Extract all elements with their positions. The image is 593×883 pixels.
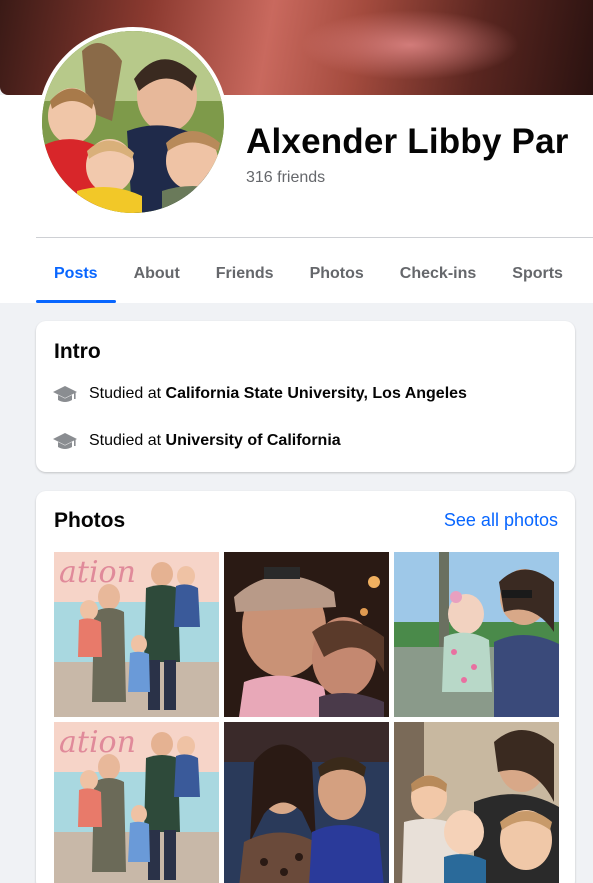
photo-family-celebration-banner[interactable]: ation — [54, 552, 219, 717]
see-all-photos-link[interactable]: See all photos — [444, 510, 558, 531]
tab-posts[interactable]: Posts — [36, 246, 116, 303]
intro-title: Intro — [54, 340, 101, 363]
photo-family-celebration-banner-2[interactable]: ation — [54, 722, 219, 883]
tabs-divider — [36, 237, 593, 238]
tab-about[interactable]: About — [116, 246, 198, 302]
intro-item-education: Studied at University of California — [52, 430, 341, 452]
graduation-cap-icon — [53, 433, 77, 449]
svg-text:ation: ation — [59, 555, 136, 590]
photo-couple-selfie-evening[interactable] — [224, 722, 389, 883]
profile-tabs: Posts About Friends Photos Check-ins Spo… — [36, 246, 593, 303]
intro-item-school[interactable]: California State University, Los Angeles — [166, 385, 467, 403]
tab-more[interactable]: Mo — [581, 246, 593, 302]
tab-check-ins[interactable]: Check-ins — [382, 246, 494, 302]
friends-count[interactable]: 316 friends — [246, 169, 325, 187]
intro-card: Intro Studied at California State Univer… — [36, 321, 575, 472]
intro-item-prefix: Studied at — [89, 432, 162, 449]
tab-friends[interactable]: Friends — [198, 246, 292, 302]
photo-mother-kids-home[interactable] — [394, 722, 559, 883]
tab-sports[interactable]: Sports — [494, 246, 581, 302]
photo-couple-selfie-cap[interactable] — [224, 552, 389, 717]
photo-mother-baby-outdoor[interactable] — [394, 552, 559, 717]
profile-avatar[interactable] — [38, 27, 228, 217]
photo-grid: ation ation — [54, 552, 559, 883]
graduation-cap-icon — [53, 386, 77, 402]
photos-card: Photos See all photos ation ation — [36, 491, 575, 883]
intro-item-education: Studied at California State University, … — [52, 383, 467, 405]
intro-item-prefix: Studied at — [89, 385, 162, 402]
profile-name: Alxender Libby Par — [246, 122, 569, 161]
tab-photos[interactable]: Photos — [292, 246, 382, 302]
photos-title: Photos — [54, 509, 126, 532]
svg-text:ation: ation — [59, 725, 136, 760]
intro-item-school[interactable]: University of California — [166, 432, 341, 450]
